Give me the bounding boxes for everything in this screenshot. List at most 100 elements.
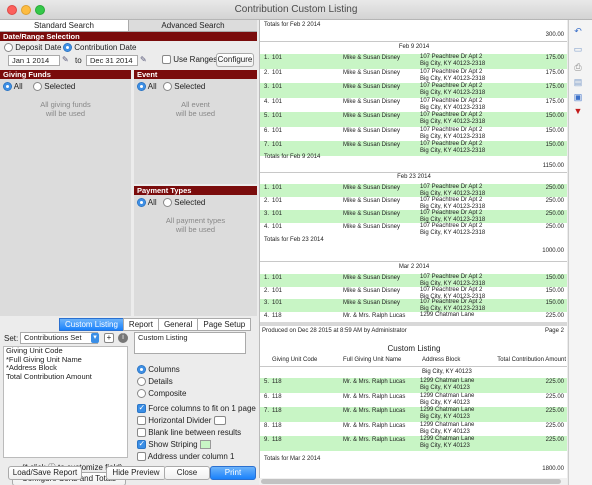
pdf-icon[interactable]: ▼ [573,106,583,116]
chevron-down-icon[interactable]: ▾ [91,333,99,343]
page-break [260,322,567,326]
row-amount: 150.00 [545,127,564,134]
row-code: 101 [272,275,283,281]
tab-custom-listing[interactable]: Custom Listing [59,318,124,331]
tab-standard-search[interactable]: Standard Search [0,20,128,32]
divider [260,366,567,367]
date-range-header: Date/Range Selection [0,32,257,41]
payment-types-selected-option[interactable]: Selected [163,198,206,208]
row-number: 3. [264,84,270,90]
payment-types-selected-radio[interactable] [163,198,172,208]
payment-types-note-line1: All payment types [165,216,226,225]
total-row: Totals for Feb 2 2014 [260,22,567,31]
undo-icon[interactable]: ↶ [573,26,583,36]
row-code: 118 [272,312,282,319]
details-radio[interactable] [137,377,146,387]
to-date-input[interactable]: Dec 31 2014 [86,55,138,66]
save-icon[interactable]: ▣ [573,92,583,102]
deposit-date-radio[interactable] [4,43,13,53]
close-button[interactable]: Close [164,466,210,480]
horizontal-divider-option[interactable]: Horizontal Divider [137,416,226,426]
total-row: 1000.00 [260,248,567,257]
print-icon[interactable]: ⎙ [573,62,583,72]
load-save-report-button[interactable]: Load/Save Report [8,466,82,480]
fields-list[interactable]: Giving Unit Code *Full Giving Unit Name … [3,346,128,458]
payment-types-all-radio[interactable] [137,198,146,208]
table-row: 1. 101 Mike & Susan Disney 107 Peachtree Dr… [260,184,567,197]
row-amount: 175.00 [545,55,564,61]
use-ranges-option[interactable]: Use Ranges [162,55,217,65]
address-under-checkbox[interactable] [137,452,146,462]
report-preview[interactable]: Totals for Feb 2 2014 300.00 Feb 9 2014 … [259,20,567,478]
event-selected-option[interactable]: Selected [163,82,206,92]
tab-advanced-search[interactable]: Advanced Search [128,20,257,32]
set-select[interactable]: Contributions Set [20,332,98,344]
stripe-color-swatch[interactable] [199,440,211,450]
print-button[interactable]: Print [210,466,256,480]
row-amount: 225.00 [545,393,564,400]
calendar-icon[interactable]: ✎ [62,55,69,64]
hide-preview-button[interactable]: Hide Preview [106,466,166,480]
row-name: Mike & Susan Disney [343,300,401,306]
listing-tabs: Custom Listing Report General Page Setup [59,318,252,331]
payment-types-selected-label: Selected [174,198,206,207]
show-striping-checkbox[interactable] [137,439,146,450]
show-striping-option[interactable]: Show Striping [137,439,211,450]
payment-types-all-option[interactable]: All [137,198,157,208]
force-fit-checkbox[interactable] [137,403,146,414]
tab-page-setup[interactable]: Page Setup [197,318,252,331]
calendar-icon[interactable]: ✎ [140,55,147,64]
event-all-radio[interactable] [137,82,146,92]
tab-report[interactable]: Report [122,318,159,331]
giving-funds-all-radio[interactable] [3,82,12,92]
row-code: 118 [272,379,282,385]
composite-radio[interactable] [137,389,146,399]
columns-option[interactable]: Columns [137,365,180,375]
horizontal-divider-checkbox[interactable] [137,416,146,426]
total-row: 1800.00 [260,466,567,475]
window-title: Contribution Custom Listing [234,4,358,15]
giving-funds-selected-option[interactable]: Selected [33,82,75,92]
row-amount: 175.00 [545,98,564,105]
row-address-line2: Big City, KY 40123-2318 [420,75,486,82]
total-amount: 1800.00 [542,466,564,472]
configure-button[interactable]: Configure [216,53,254,67]
address-under-option[interactable]: Address under column 1 [137,452,235,462]
details-option[interactable]: Details [137,377,173,387]
composite-option[interactable]: Composite [137,389,186,399]
row-code: 101 [272,198,283,204]
document-icon[interactable]: ▤ [573,77,583,87]
info-icon[interactable]: i [118,333,128,343]
deposit-date-option[interactable]: Deposit Date [4,43,61,53]
event-all-option[interactable]: All [137,82,157,92]
row-name: Mike & Susan Disney [343,69,401,76]
row-amount: 250.00 [545,211,564,217]
use-ranges-checkbox[interactable] [162,55,171,65]
horizontal-scrollbar[interactable] [259,478,567,485]
listing-name-input[interactable]: Custom Listing [134,332,246,354]
giving-funds-all-option[interactable]: All [3,82,23,92]
event-selected-label: Selected [174,82,206,91]
row-code: 101 [272,185,283,191]
event-selected-radio[interactable] [163,82,172,92]
tab-general[interactable]: General [157,318,199,331]
row-address-line1: 1299 Chatman Lane [420,392,475,399]
event-note-line1: All event [181,100,210,109]
force-fit-option[interactable]: Force columns to fit on 1 page [137,403,256,414]
row-number: 1. [264,55,270,61]
from-date-input[interactable]: Jan 1 2014 [8,55,60,66]
contribution-date-option[interactable]: Contribution Date [63,43,137,53]
row-number: 5. [264,113,270,119]
blank-line-option[interactable]: Blank line between results [137,428,241,438]
divider [260,172,567,173]
copy-icon[interactable]: ▭ [573,44,583,54]
add-button[interactable]: + [104,333,114,343]
total-amount: 300.00 [545,32,564,38]
giving-funds-selected-radio[interactable] [33,82,42,92]
list-item[interactable]: Total Contribution Amount [4,372,127,382]
divider-style-swatch[interactable] [213,416,226,426]
blank-line-checkbox[interactable] [137,428,146,438]
contribution-date-radio[interactable] [63,43,72,53]
columns-radio[interactable] [137,365,146,375]
scrollbar-thumb[interactable] [261,479,561,484]
